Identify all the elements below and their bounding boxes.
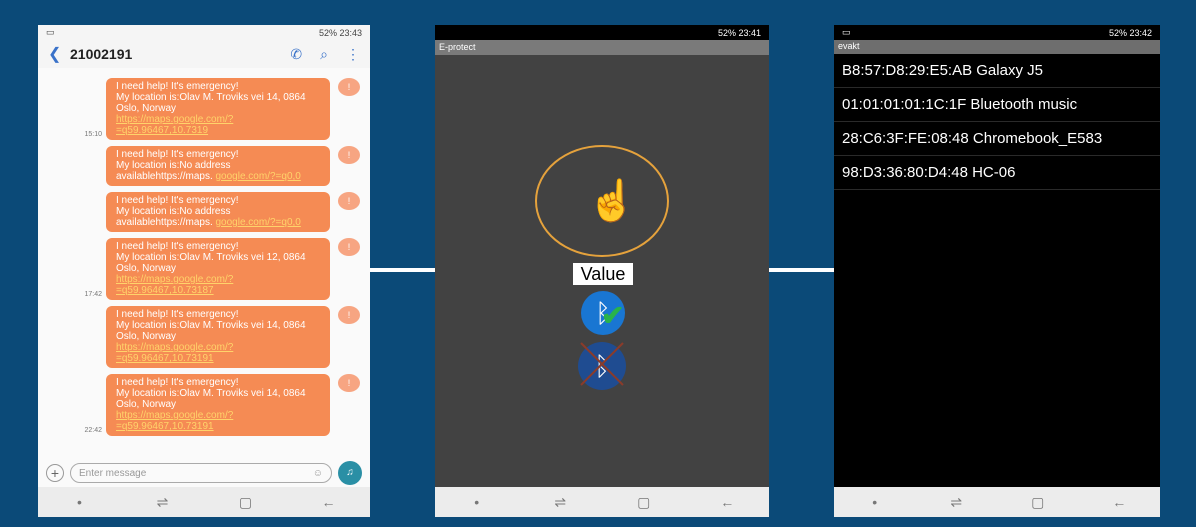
nav-bar: • ⇌ ▢ ←: [435, 487, 769, 517]
nav-dot-icon[interactable]: •: [60, 494, 100, 510]
back-icon[interactable]: ←: [1099, 494, 1139, 510]
message-time: 15:10: [84, 131, 102, 138]
message-link[interactable]: https://maps.google.com/?=q59.96467,10.7…: [116, 274, 233, 296]
message-time: 22:42: [84, 427, 102, 434]
message-link[interactable]: https://maps.google.com/?=q59.96467,10.7…: [116, 114, 233, 136]
message-text: I need help! It's emergency! My location…: [116, 309, 306, 342]
contact-number: 21002191: [70, 46, 133, 62]
status-bar: ▭ 52% 23:42: [834, 25, 1160, 40]
nav-dot-icon[interactable]: •: [457, 494, 497, 510]
hand-tap-icon: ☝: [587, 179, 637, 223]
message-bubble[interactable]: I need help! It's emergency! My location…: [106, 192, 330, 232]
device-item[interactable]: 28:C6:3F:FE:08:48 Chromebook_E583: [834, 122, 1160, 156]
message-link[interactable]: google.com/?=q0,0: [216, 217, 301, 228]
message-row: I need help! It's emergency! My location…: [38, 192, 370, 232]
message-link[interactable]: google.com/?=q0,0: [216, 171, 301, 182]
message-row: I need help! It's emergency! My location…: [38, 146, 370, 186]
phone-icon[interactable]: ✆: [290, 46, 302, 63]
message-input[interactable]: Enter message ☺: [70, 463, 332, 483]
app-title: evakt: [834, 40, 1160, 54]
message-text: I need help! It's emergency! My location…: [116, 241, 306, 274]
message-row: 22:42 I need help! It's emergency! My lo…: [38, 374, 370, 436]
device-list-phone: ▭ 52% 23:42 evakt B8:57:D8:29:E5:AB Gala…: [834, 25, 1160, 517]
message-bubble[interactable]: I need help! It's emergency! My location…: [106, 306, 330, 368]
image-icon: ▭: [842, 27, 851, 37]
status-bar: 52% 23:41: [435, 25, 769, 40]
message-row: I need help! It's emergency! My location…: [38, 306, 370, 368]
tap-button[interactable]: ☝: [535, 145, 669, 257]
value-label: Value: [573, 263, 633, 285]
message-bubble[interactable]: I need help! It's emergency! My location…: [106, 238, 330, 300]
avatar: !: [338, 146, 360, 164]
more-icon[interactable]: ⋮: [346, 46, 360, 63]
recents-icon[interactable]: ⇌: [936, 494, 976, 511]
message-link[interactable]: https://maps.google.com/?=q59.96467,10.7…: [116, 410, 233, 432]
sticker-icon[interactable]: ☺: [313, 468, 323, 479]
message-row: 17:42 I need help! It's emergency! My lo…: [38, 238, 370, 300]
back-icon[interactable]: ←: [309, 494, 349, 510]
recents-icon[interactable]: ⇌: [540, 494, 580, 511]
cross-icon: [580, 342, 624, 386]
message-thread: 15:10 I need help! It's emergency! My lo…: [38, 68, 370, 468]
message-bubble[interactable]: I need help! It's emergency! My location…: [106, 146, 330, 186]
device-item[interactable]: 98:D3:36:80:D4:48 HC-06: [834, 156, 1160, 190]
status-bar: ▭ 52% 23:43: [38, 25, 370, 40]
device-item[interactable]: B8:57:D8:29:E5:AB Galaxy J5: [834, 54, 1160, 88]
connector-right: [769, 268, 834, 272]
nav-dot-icon[interactable]: •: [855, 494, 895, 510]
search-icon[interactable]: ⌕: [320, 46, 328, 63]
image-icon: ▭: [46, 27, 55, 37]
avatar: !: [338, 192, 360, 210]
device-item[interactable]: 01:01:01:01:1C:1F Bluetooth music: [834, 88, 1160, 122]
home-icon[interactable]: ▢: [226, 494, 266, 511]
status-text: 52% 23:41: [717, 27, 761, 38]
nav-bar: • ⇌ ▢ ←: [38, 487, 370, 517]
avatar: !: [338, 374, 360, 392]
message-time: 17:42: [84, 291, 102, 298]
avatar: !: [338, 78, 360, 96]
message-bubble[interactable]: I need help! It's emergency! My location…: [106, 78, 330, 140]
device-list: B8:57:D8:29:E5:AB Galaxy J5 01:01:01:01:…: [834, 54, 1160, 190]
check-icon: ✔: [601, 300, 625, 331]
message-time: [38, 184, 106, 186]
home-icon[interactable]: ▢: [1018, 494, 1058, 511]
message-bubble[interactable]: I need help! It's emergency! My location…: [106, 374, 330, 436]
app-title: E-protect: [435, 40, 769, 55]
add-icon[interactable]: +: [46, 464, 64, 482]
conversation-header: ❮ 21002191 ✆ ⌕ ⋮: [38, 40, 370, 68]
status-text: 52% 23:43: [318, 27, 362, 38]
message-time: [38, 366, 106, 368]
connector-left: [370, 268, 435, 272]
recents-icon[interactable]: ⇌: [143, 494, 183, 511]
eprotect-phone: 52% 23:41 E-protect ☝ Value ᛒ ✔ ᛒ • ⇌ ▢ …: [435, 25, 769, 517]
back-icon[interactable]: ←: [707, 494, 747, 510]
message-time: [38, 230, 106, 232]
home-icon[interactable]: ▢: [624, 494, 664, 511]
message-row: 15:10 I need help! It's emergency! My lo…: [38, 78, 370, 140]
messages-phone: ▭ 52% 23:43 ❮ 21002191 ✆ ⌕ ⋮ 15:10 I nee…: [38, 25, 370, 517]
message-text: I need help! It's emergency! My location…: [116, 81, 306, 114]
message-composer: + Enter message ☺ ♫: [38, 459, 370, 487]
avatar: !: [338, 238, 360, 256]
back-arrow-icon[interactable]: ❮: [48, 44, 70, 64]
message-input-placeholder: Enter message: [79, 467, 147, 479]
message-text: I need help! It's emergency! My location…: [116, 377, 306, 410]
message-link[interactable]: https://maps.google.com/?=q59.96467,10.7…: [116, 342, 233, 364]
status-text: 52% 23:42: [1108, 27, 1152, 38]
avatar: !: [338, 306, 360, 324]
nav-bar: • ⇌ ▢ ←: [834, 487, 1160, 517]
voice-icon[interactable]: ♫: [338, 461, 362, 485]
